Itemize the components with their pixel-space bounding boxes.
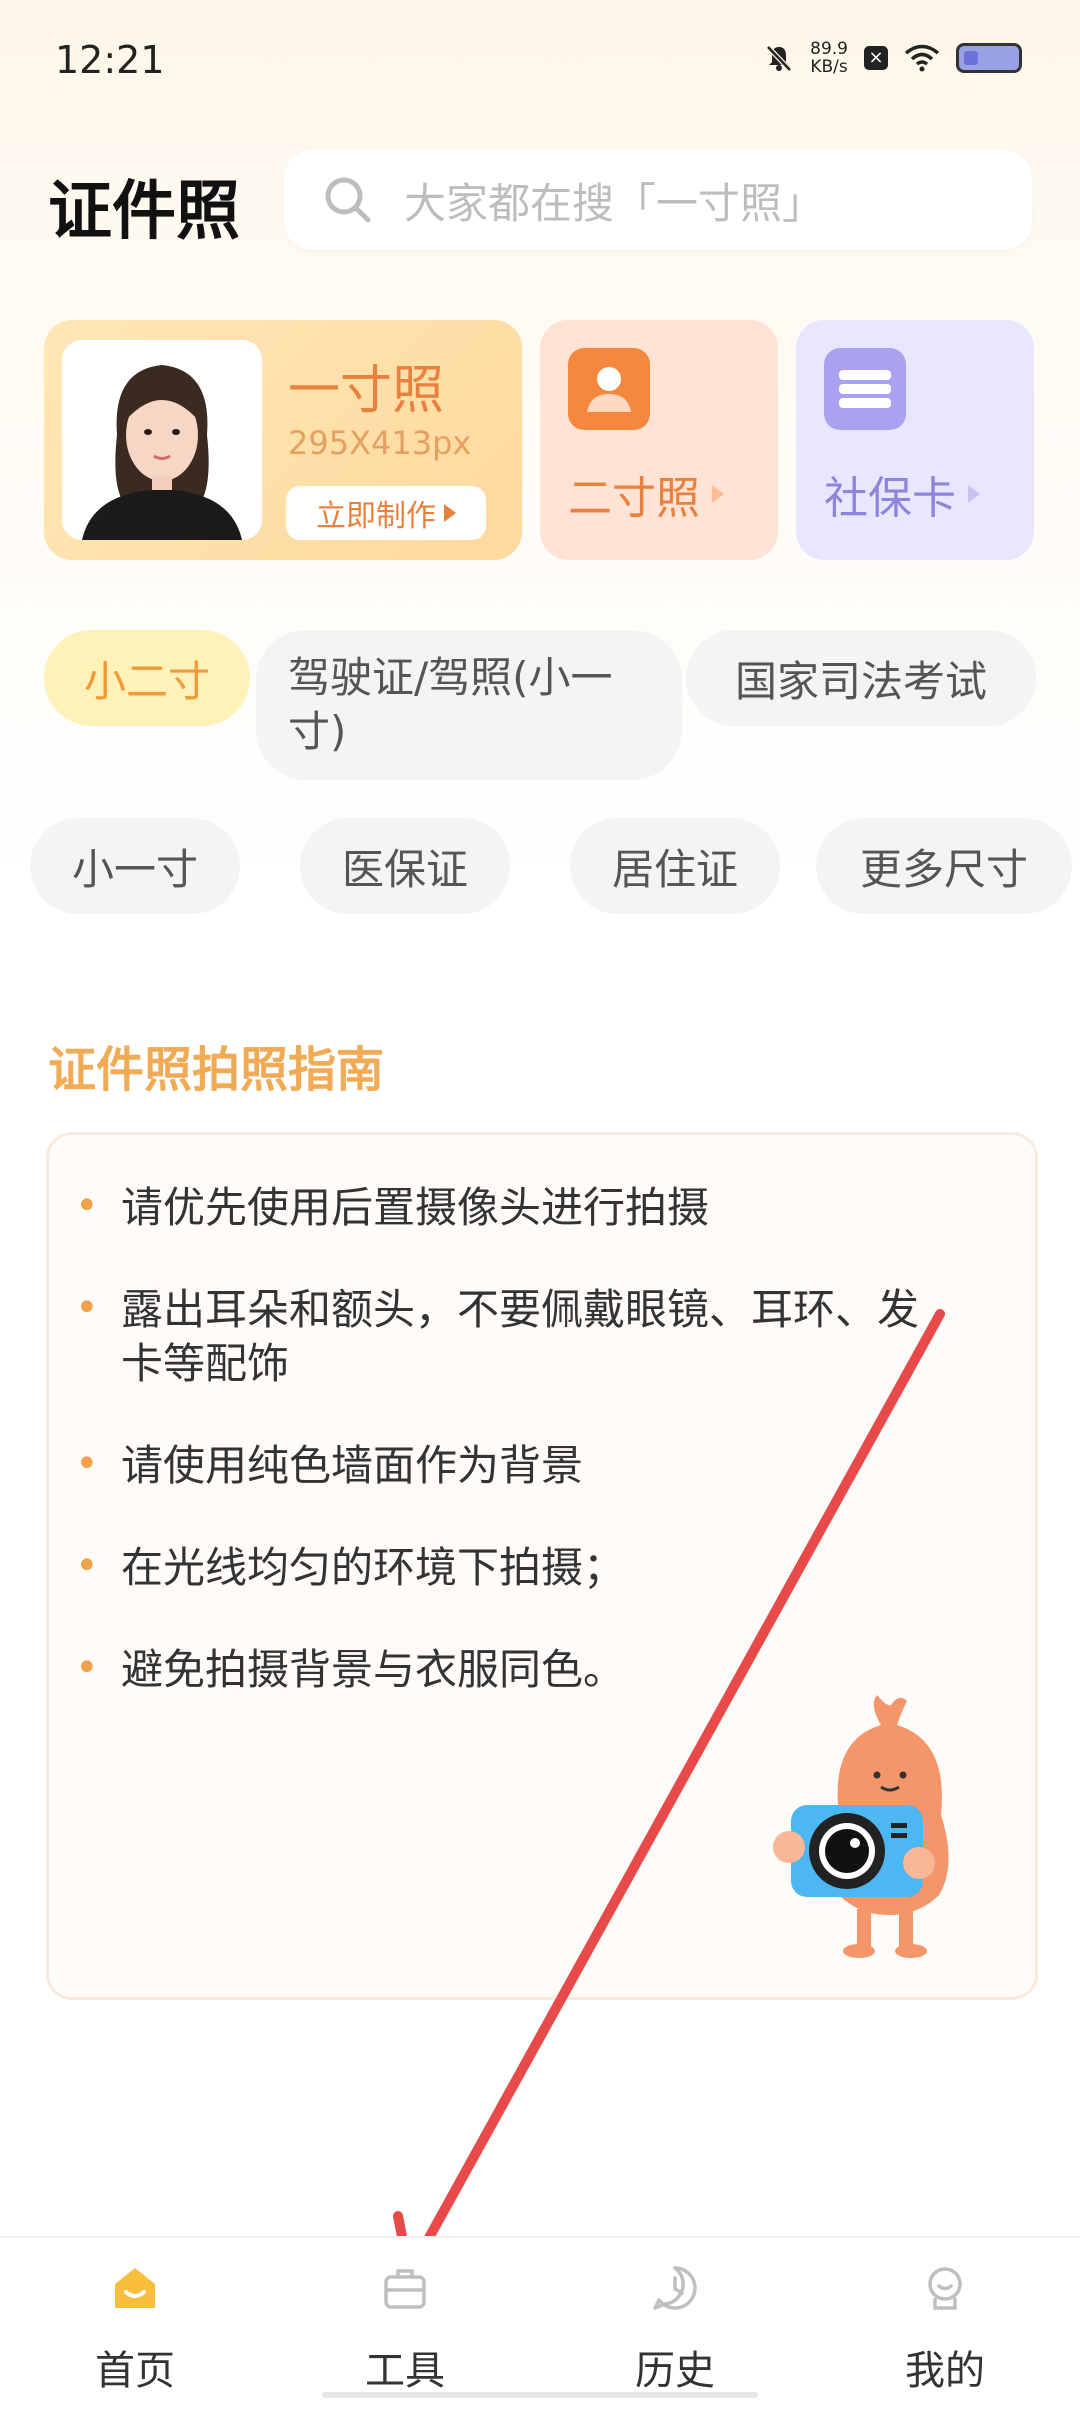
home-indicator[interactable] [322,2392,758,2398]
one-inch-size: 295X413px [288,424,472,462]
chip-judicial-exam[interactable]: 国家司法考试 [686,630,1036,726]
chip-residence-permit[interactable]: 居住证 [570,818,780,914]
guide-panel: • 请优先使用后置摄像头进行拍摄 • 露出耳朵和额头，不要佩戴眼镜、耳环、发卡等配饰… [46,1132,1038,2000]
one-inch-photo-card[interactable]: 一寸照 295X413px 立即制作 [44,320,522,560]
wifi-icon [904,44,940,72]
social-security-card[interactable]: 社保卡 [796,320,1034,560]
bottom-nav: 首页 工具 历史 我的 [0,2236,1080,2410]
camera-mascot-illustration [773,1695,949,1958]
nav-home[interactable]: 首页 [45,2262,225,2396]
person-icon [568,348,650,430]
chip-small-two-inch[interactable]: 小二寸 [44,630,250,726]
sample-portrait [62,340,262,540]
status-time: 12:21 [55,38,165,82]
list-item: • 请使用纯色墙面作为背景 [75,1441,584,1490]
status-icons: 89.9 KB/s × [764,40,1022,76]
search-bar[interactable]: 大家都在搜「一寸照」 [284,150,1032,250]
list-item: • 露出耳朵和额头，不要佩戴眼镜、耳环、发卡等配饰 [75,1285,920,1388]
search-placeholder: 大家都在搜「一寸照」 [404,178,825,228]
search-icon [325,177,371,223]
mute-bell-icon [766,45,792,72]
list-item: • 在光线均匀的环境下拍摄； [75,1543,626,1592]
play-arrow-icon [444,504,456,522]
page-title: 证件照 [48,175,240,249]
home-icon [115,2268,155,2308]
chip-medical-insurance[interactable]: 医保证 [300,818,510,914]
play-arrow-icon [968,485,980,503]
notification-x-icon: × [864,46,888,70]
play-arrow-icon [712,485,724,503]
two-inch-photo-card[interactable]: 二寸照 [540,320,778,560]
one-inch-title: 一寸照 [288,361,445,421]
make-now-button[interactable]: 立即制作 [286,486,486,540]
guide-title: 证件照拍照指南 [48,1042,385,1098]
nav-history[interactable]: 历史 [585,2262,765,2396]
card-icon [824,348,906,430]
battery-icon [956,43,1022,73]
list-item: • 请优先使用后置摄像头进行拍摄 [75,1183,710,1232]
toolbox-icon [384,2269,426,2309]
chip-more-sizes[interactable]: 更多尺寸 [816,818,1072,914]
status-bar: 12:21 89.9 KB/s × [0,0,1080,120]
clock-icon [653,2266,697,2310]
chip-small-one-inch[interactable]: 小一寸 [30,818,240,914]
profile-icon [928,2267,962,2310]
net-speed: 89.9 KB/s [810,39,848,77]
chip-driver-license[interactable]: 驾驶证/驾照(小一寸) [256,630,682,780]
nav-tools[interactable]: 工具 [315,2262,495,2396]
nav-mine[interactable]: 我的 [855,2262,1035,2396]
